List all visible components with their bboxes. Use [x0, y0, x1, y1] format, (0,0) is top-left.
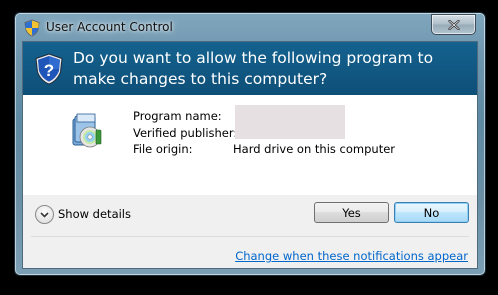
title-bar: User Account Control — [15, 13, 485, 41]
question-banner: ? Do you want to allow the following pro… — [23, 42, 477, 95]
close-button[interactable] — [431, 14, 476, 35]
dialog-body: ? Do you want to allow the following pro… — [22, 41, 478, 269]
show-details-label[interactable]: Show details — [58, 207, 131, 221]
action-row: Show details Yes No — [23, 195, 477, 233]
verified-publisher-label: Verified publisher: — [133, 126, 238, 140]
program-info: Program name: Verified publisher: File o… — [23, 95, 477, 195]
chevron-down-icon — [40, 211, 49, 218]
notification-settings-link[interactable]: Change when these notifications appear — [235, 249, 468, 263]
file-origin-label: File origin: — [133, 142, 193, 156]
uac-shield-small-icon — [24, 19, 40, 37]
no-button[interactable]: No — [394, 202, 469, 223]
uac-question: Do you want to allow the following progr… — [73, 49, 434, 88]
program-name-label: Program name: — [133, 109, 222, 123]
program-installer-icon — [72, 113, 102, 148]
uac-dialog: User Account Control ? Do you want to al… — [14, 12, 486, 276]
close-icon — [447, 19, 460, 30]
file-origin-value: Hard drive on this computer — [233, 142, 396, 156]
svg-text:?: ? — [44, 61, 54, 80]
expand-details-button[interactable] — [35, 205, 54, 224]
footer-divider — [31, 236, 469, 237]
redacted-program-info — [235, 105, 345, 139]
window-title: User Account Control — [46, 20, 173, 34]
uac-shield-icon: ? — [35, 53, 63, 85]
yes-button[interactable]: Yes — [314, 202, 389, 223]
